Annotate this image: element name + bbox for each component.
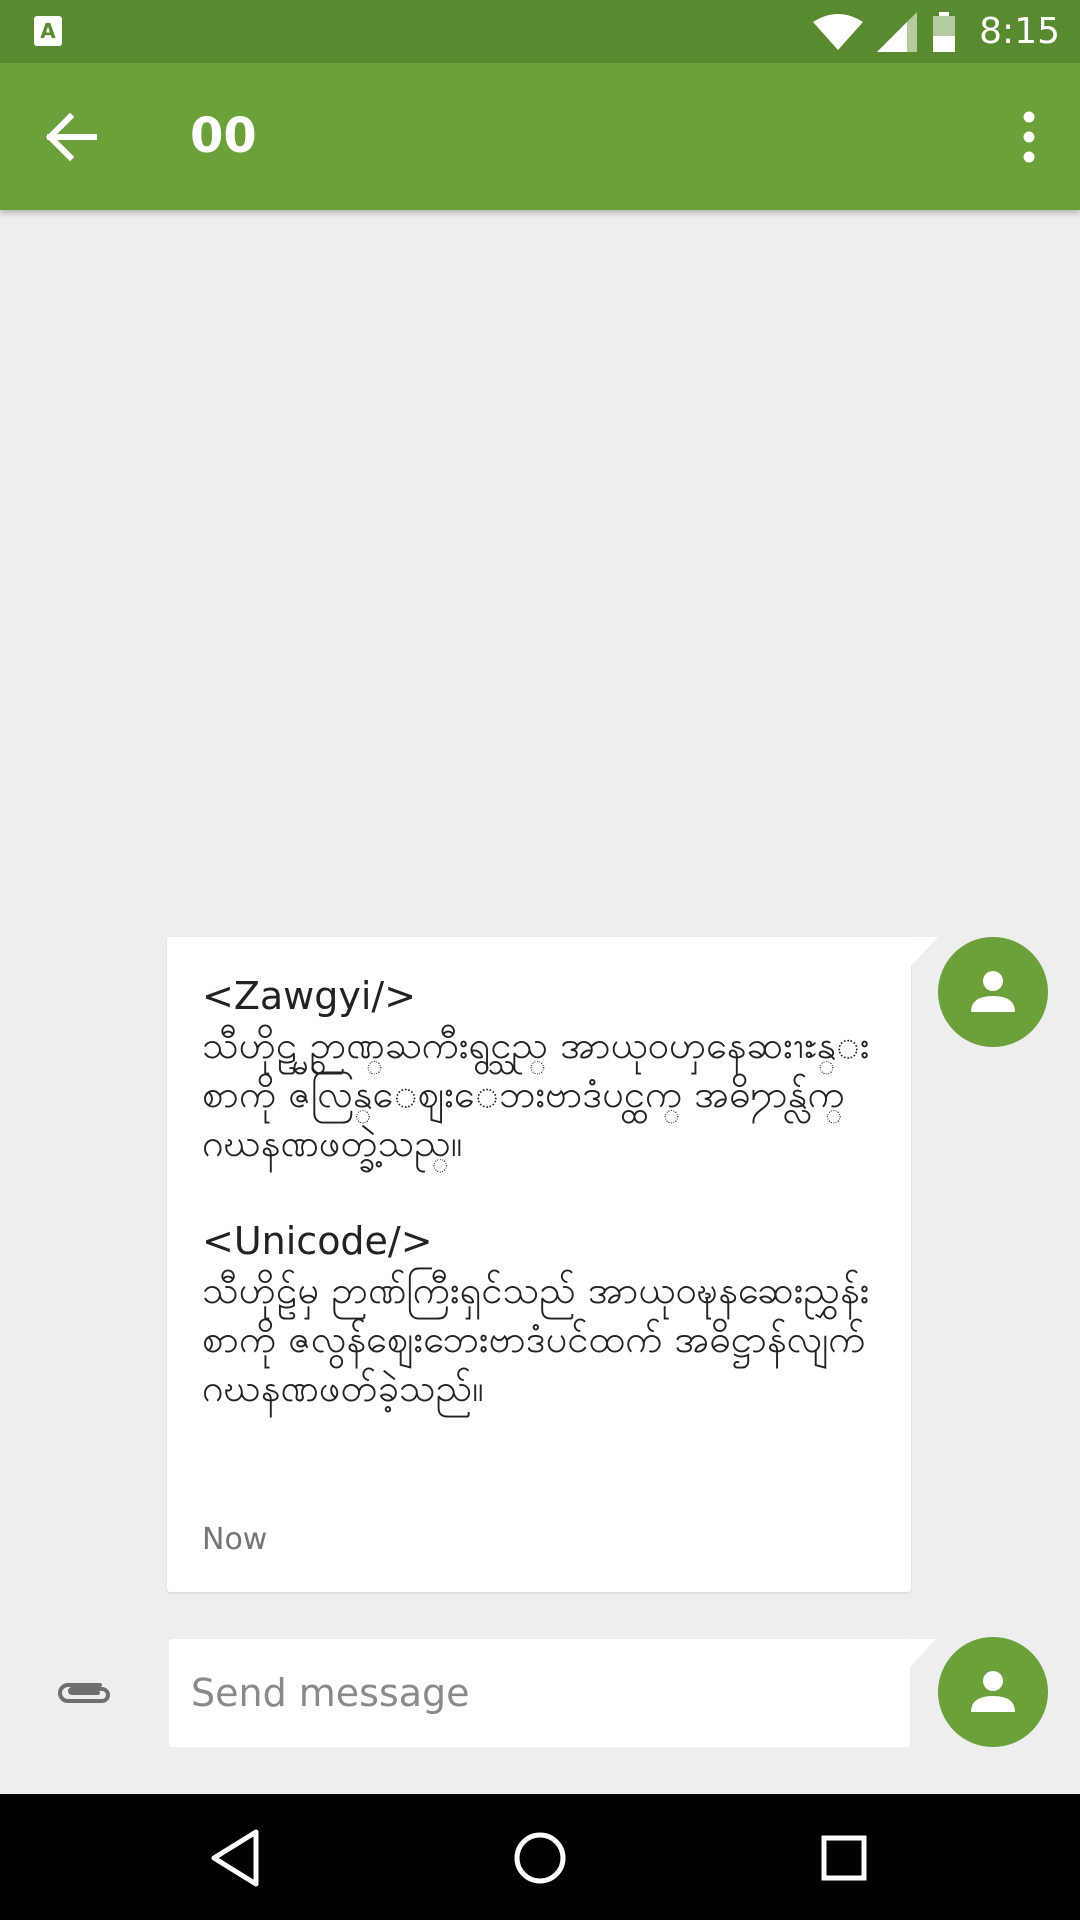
person-icon — [971, 1671, 1015, 1712]
nav-back-button[interactable] — [200, 1822, 272, 1894]
compose-row — [0, 1637, 1080, 1749]
recents-square-icon — [821, 1835, 867, 1881]
sender-avatar[interactable] — [938, 937, 1048, 1047]
message-text: <Zawgyi/> သီဟိုဠ္မွ ဉာဏ္ႀကီးရွင္သည္ အာယု… — [202, 974, 870, 1410]
status-time: 8:15 — [979, 11, 1060, 52]
battery-icon — [933, 11, 956, 52]
nav-recents-button[interactable] — [808, 1822, 880, 1894]
bubble-tail — [910, 937, 938, 967]
overflow-menu-button[interactable] — [1014, 107, 1044, 167]
arrow-back-icon — [45, 112, 97, 162]
person-icon — [971, 971, 1015, 1012]
wifi-icon — [813, 13, 864, 50]
back-triangle-icon — [211, 1829, 259, 1887]
status-bar: A 8:15 — [0, 0, 1080, 63]
status-icons: 8:15 — [813, 0, 1060, 63]
conversation-title: 00 — [190, 108, 257, 164]
attach-button[interactable] — [54, 1663, 114, 1723]
nav-home-button[interactable] — [504, 1822, 576, 1894]
cell-signal-icon — [877, 11, 918, 52]
message-row: <Zawgyi/> သီဟိုဠ္မွ ဉာဏ္ႀကီးရွင္သည္ အာယု… — [0, 935, 1080, 1595]
message-bubble[interactable]: <Zawgyi/> သီဟိုဠ္မွ ဉာဏ္ႀကီးရွင္သည္ အာယု… — [167, 937, 911, 1592]
home-circle-icon — [514, 1832, 566, 1884]
system-nav-bar — [0, 1794, 1080, 1920]
compose-avatar[interactable] — [938, 1637, 1048, 1747]
paperclip-icon — [58, 1683, 110, 1703]
notification-app-icon: A — [34, 16, 62, 46]
app-bar: 00 — [0, 63, 1080, 210]
back-button[interactable] — [44, 111, 100, 163]
message-input[interactable] — [169, 1639, 910, 1747]
compose-tail — [910, 1639, 936, 1667]
message-timestamp: Now — [202, 1522, 268, 1557]
more-vert-icon — [1023, 111, 1035, 163]
